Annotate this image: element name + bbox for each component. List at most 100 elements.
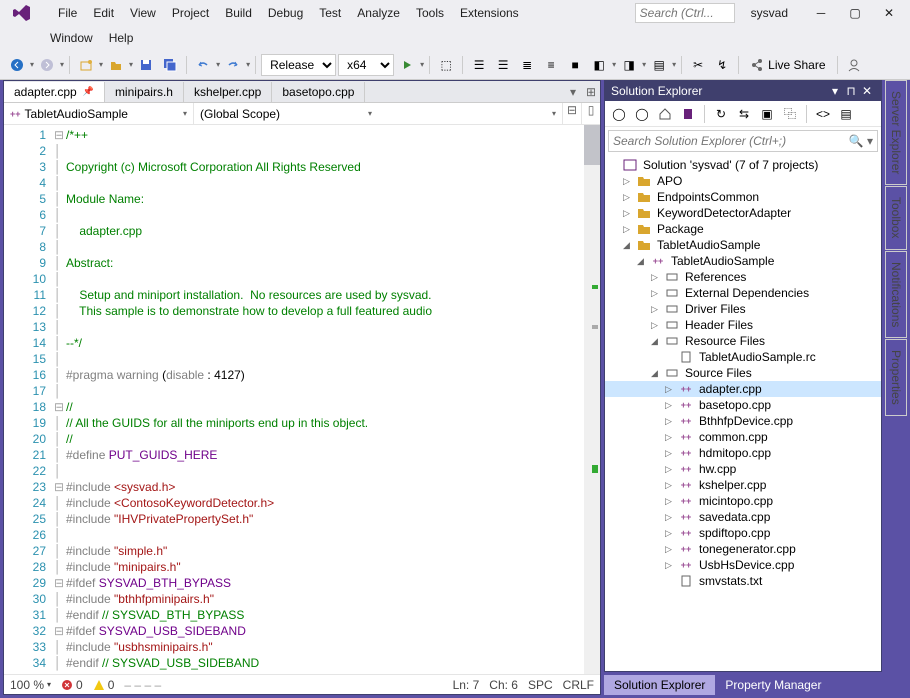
se-collapse-icon[interactable]: ⇆ bbox=[734, 104, 754, 124]
tree-node-adapter-cpp[interactable]: ▷++adapter.cpp bbox=[605, 381, 881, 397]
line-ending[interactable]: CRLF bbox=[563, 678, 594, 692]
account-button[interactable] bbox=[843, 54, 865, 76]
tree-node-usbhsdevice-cpp[interactable]: ▷++UsbHsDevice.cpp bbox=[605, 557, 881, 573]
maximize-button[interactable]: ▢ bbox=[838, 2, 872, 24]
error-count[interactable]: 0 bbox=[61, 678, 83, 692]
warning-count[interactable]: 0 bbox=[93, 678, 115, 692]
menu-debug[interactable]: Debug bbox=[260, 4, 311, 22]
tree-node-smvstats-txt[interactable]: smvstats.txt bbox=[605, 573, 881, 589]
file-tab-adapter-cpp[interactable]: adapter.cpp📌 bbox=[4, 82, 105, 102]
tree-node-micintopo-cpp[interactable]: ▷++micintopo.cpp bbox=[605, 493, 881, 509]
save-all-button[interactable] bbox=[159, 54, 181, 76]
side-tab-toolbox[interactable]: Toolbox bbox=[885, 186, 907, 249]
menu-help[interactable]: Help bbox=[101, 29, 142, 47]
tree-node-hw-cpp[interactable]: ▷++hw.cpp bbox=[605, 461, 881, 477]
member-scope-select[interactable]: ▾ bbox=[378, 103, 562, 124]
tree-node-apo[interactable]: ▷APO bbox=[605, 173, 881, 189]
tree-node-spdiftopo-cpp[interactable]: ▷++spdiftopo.cpp bbox=[605, 525, 881, 541]
bottom-tab-solution-explorer[interactable]: Solution Explorer bbox=[604, 675, 715, 695]
tree-node-tabletaudiosample[interactable]: ◢TabletAudioSample bbox=[605, 237, 881, 253]
tree-node-driver-files[interactable]: ▷Driver Files bbox=[605, 301, 881, 317]
redo-button[interactable] bbox=[222, 54, 244, 76]
global-scope-select[interactable]: (Global Scope) ▾ bbox=[194, 103, 378, 124]
se-copy-icon[interactable]: ⿻ bbox=[780, 104, 800, 124]
split-horiz-icon[interactable]: ⊟ bbox=[562, 103, 581, 124]
tab-add-icon[interactable]: ⊞ bbox=[582, 85, 600, 99]
indent-mode[interactable]: SPC bbox=[528, 678, 553, 692]
title-search-input[interactable] bbox=[635, 3, 735, 23]
platform-select[interactable]: x64 bbox=[338, 54, 394, 76]
se-sync-icon[interactable] bbox=[678, 104, 698, 124]
tree-node-source-files[interactable]: ◢Source Files bbox=[605, 365, 881, 381]
tree-node-basetopo-cpp[interactable]: ▷++basetopo.cpp bbox=[605, 397, 881, 413]
tree-node-package[interactable]: ▷Package bbox=[605, 221, 881, 237]
tree-node-tabletaudiosample[interactable]: ◢++TabletAudioSample bbox=[605, 253, 881, 269]
tb-icon-8[interactable]: ◨ bbox=[618, 54, 640, 76]
tb-icon-9[interactable]: ▤ bbox=[648, 54, 670, 76]
tree-node-savedata-cpp[interactable]: ▷++savedata.cpp bbox=[605, 509, 881, 525]
tb-icon-2[interactable]: ☰ bbox=[468, 54, 490, 76]
tree-node-endpointscommon[interactable]: ▷EndpointsCommon bbox=[605, 189, 881, 205]
pin-icon[interactable]: ⊓ bbox=[843, 84, 859, 98]
menu-file[interactable]: File bbox=[50, 4, 85, 22]
menu-test[interactable]: Test bbox=[311, 4, 349, 22]
tb-icon-11[interactable]: ↯ bbox=[711, 54, 733, 76]
file-tab-basetopo-cpp[interactable]: basetopo.cpp bbox=[272, 82, 365, 102]
live-share-button[interactable]: Live Share bbox=[744, 58, 831, 72]
tree-node-external-dependencies[interactable]: ▷External Dependencies bbox=[605, 285, 881, 301]
tb-icon-10[interactable]: ✂ bbox=[687, 54, 709, 76]
vertical-scrollbar[interactable] bbox=[584, 125, 600, 674]
side-tab-server-explorer[interactable]: Server Explorer bbox=[885, 80, 907, 185]
menu-window[interactable]: Window bbox=[42, 29, 101, 47]
fold-column[interactable]: ⊟││││││││││││││││⊟││││⊟│││││⊟││⊟││ bbox=[54, 125, 66, 674]
class-scope-select[interactable]: ++ TabletAudioSample ▾ bbox=[4, 103, 194, 124]
menu-view[interactable]: View bbox=[122, 4, 164, 22]
file-tab-kshelper-cpp[interactable]: kshelper.cpp bbox=[184, 82, 272, 102]
split-vert-icon[interactable]: ▯ bbox=[581, 103, 600, 124]
menu-build[interactable]: Build bbox=[217, 4, 260, 22]
nav-fwd-button[interactable] bbox=[36, 54, 58, 76]
open-file-button[interactable] bbox=[105, 54, 127, 76]
start-debug-button[interactable] bbox=[396, 54, 418, 76]
tb-icon-7[interactable]: ◧ bbox=[588, 54, 610, 76]
se-back-icon[interactable]: ◯ bbox=[609, 104, 629, 124]
tb-icon-4[interactable]: ≣ bbox=[516, 54, 538, 76]
menu-project[interactable]: Project bbox=[164, 4, 217, 22]
tb-icon-3[interactable]: ☰ bbox=[492, 54, 514, 76]
minimize-button[interactable]: ─ bbox=[804, 2, 838, 24]
se-refresh-icon[interactable]: ↻ bbox=[711, 104, 731, 124]
menu-analyze[interactable]: Analyze bbox=[349, 4, 408, 22]
menu-edit[interactable]: Edit bbox=[85, 4, 122, 22]
solution-search-input[interactable] bbox=[613, 134, 849, 148]
tree-node-keyworddetectoradapter[interactable]: ▷KeywordDetectorAdapter bbox=[605, 205, 881, 221]
file-tab-minipairs-h[interactable]: minipairs.h bbox=[105, 82, 184, 102]
save-button[interactable] bbox=[135, 54, 157, 76]
tb-icon-5[interactable]: ≡ bbox=[540, 54, 562, 76]
code-editor[interactable]: /*++ Copyright (c) Microsoft Corporation… bbox=[66, 125, 584, 674]
side-tab-notifications[interactable]: Notifications bbox=[885, 251, 907, 338]
side-tab-properties[interactable]: Properties bbox=[885, 339, 907, 416]
tree-node-hdmitopo-cpp[interactable]: ▷++hdmitopo.cpp bbox=[605, 445, 881, 461]
solution-tree[interactable]: Solution 'sysvad' (7 of 7 projects)▷APO▷… bbox=[605, 155, 881, 671]
bottom-tab-property-manager[interactable]: Property Manager bbox=[715, 675, 831, 695]
tb-icon-6[interactable]: ■ bbox=[564, 54, 586, 76]
se-home-icon[interactable] bbox=[655, 104, 675, 124]
menu-extensions[interactable]: Extensions bbox=[452, 4, 527, 22]
search-submit-icon[interactable]: 🔍 ▾ bbox=[849, 134, 873, 148]
tree-node-resource-files[interactable]: ◢Resource Files bbox=[605, 333, 881, 349]
menu-tools[interactable]: Tools bbox=[408, 4, 452, 22]
tab-overflow-icon[interactable]: ▾ bbox=[564, 85, 582, 99]
tree-node-tabletaudiosample-rc[interactable]: TabletAudioSample.rc bbox=[605, 349, 881, 365]
se-fwd-icon[interactable]: ◯ bbox=[632, 104, 652, 124]
close-button[interactable]: ✕ bbox=[872, 2, 906, 24]
tree-node-common-cpp[interactable]: ▷++common.cpp bbox=[605, 429, 881, 445]
panel-close-icon[interactable]: ✕ bbox=[859, 84, 875, 98]
tree-node-header-files[interactable]: ▷Header Files bbox=[605, 317, 881, 333]
tb-icon-1[interactable]: ⬚ bbox=[435, 54, 457, 76]
tree-node-solution--sysvad---7-of-7-projects-[interactable]: Solution 'sysvad' (7 of 7 projects) bbox=[605, 157, 881, 173]
zoom-level[interactable]: 100 % ▾ bbox=[10, 678, 51, 692]
tree-node-kshelper-cpp[interactable]: ▷++kshelper.cpp bbox=[605, 477, 881, 493]
tree-node-bthhfpdevice-cpp[interactable]: ▷++BthhfpDevice.cpp bbox=[605, 413, 881, 429]
config-select[interactable]: Release bbox=[261, 54, 336, 76]
se-showall-icon[interactable]: ▣ bbox=[757, 104, 777, 124]
